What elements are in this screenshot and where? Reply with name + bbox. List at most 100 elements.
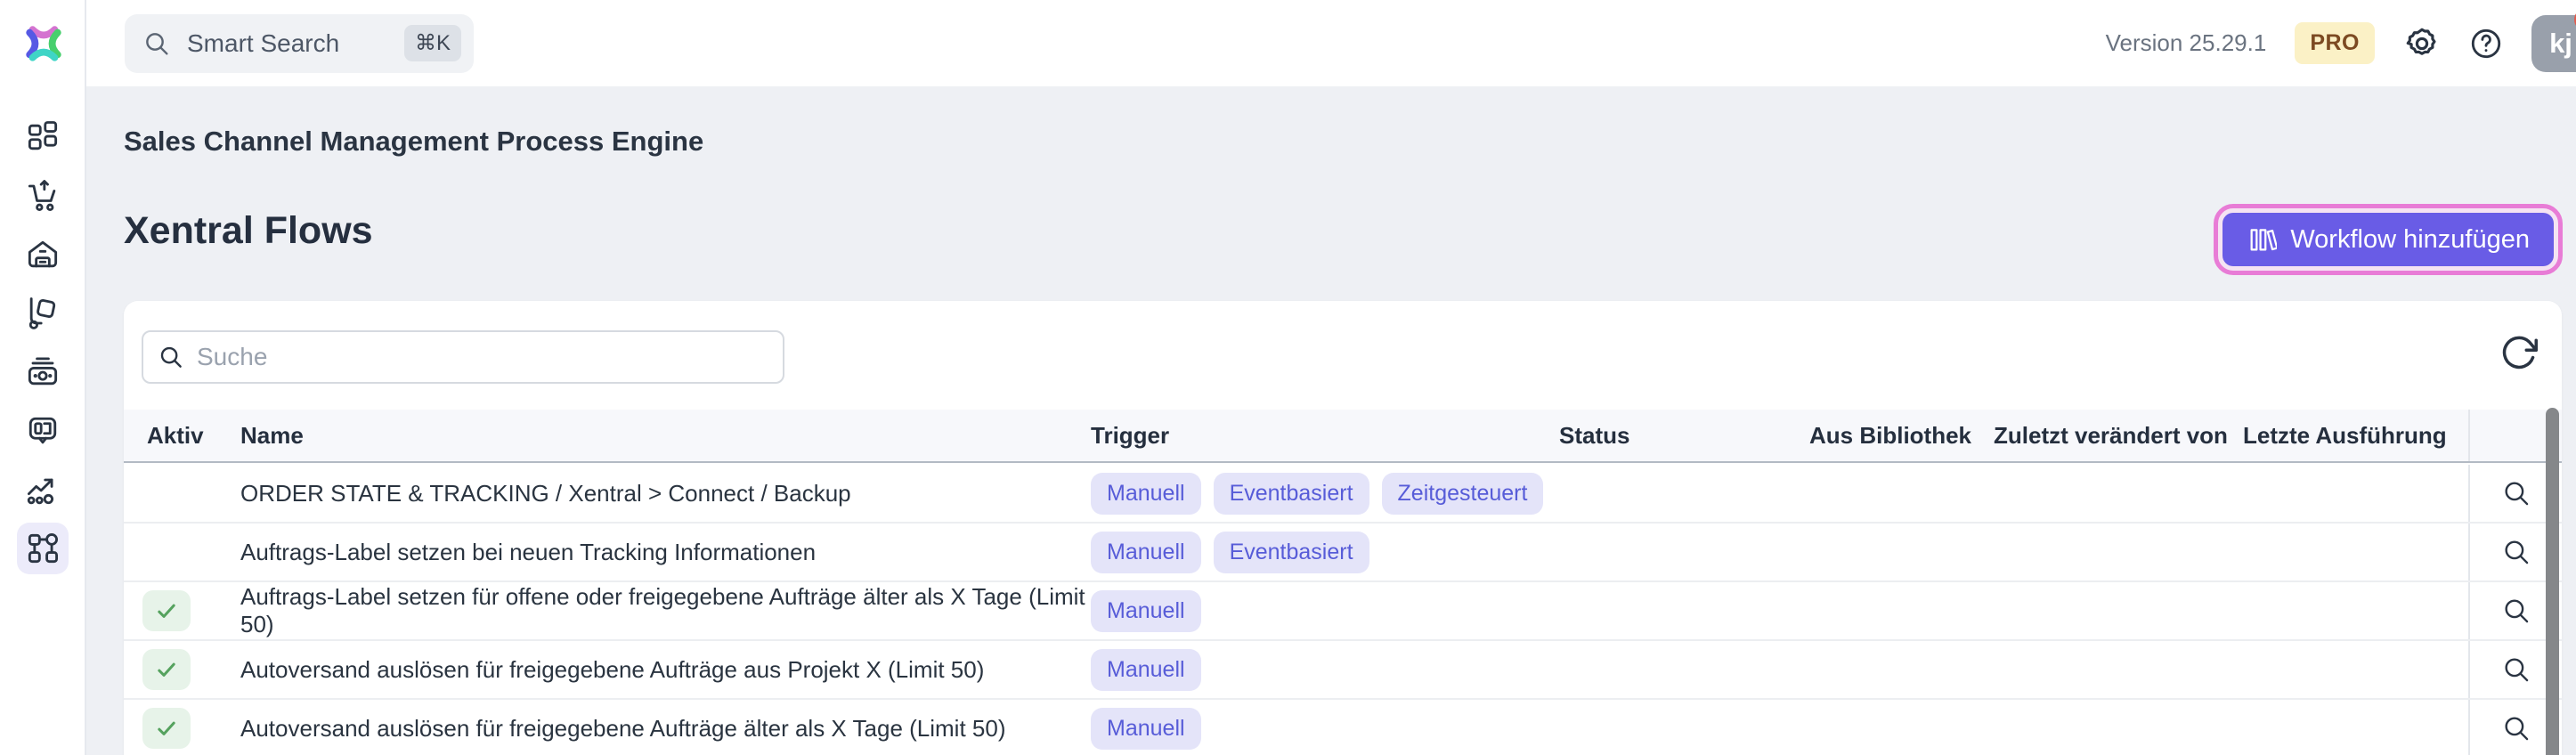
row-view-button[interactable] [2501, 654, 2531, 685]
pos-display-icon [23, 411, 62, 451]
sidebar-item-analytics[interactable] [17, 464, 69, 516]
gear-icon [2403, 25, 2441, 62]
sidebar-item-logistics[interactable] [17, 288, 69, 339]
table-header: Aktiv Name Trigger Status Aus Bibliothek… [124, 410, 2562, 463]
bibliothek-cell [1809, 465, 1994, 522]
page-title: Xentral Flows [124, 209, 373, 253]
sales-cart-icon [23, 176, 62, 215]
veraendert-cell [1994, 524, 2243, 580]
workflow-name: ORDER STATE & TRACKING / Xentral > Conne… [240, 480, 851, 507]
trigger-badge: Eventbasiert [1214, 473, 1369, 515]
table-row[interactable]: Autoversand auslösen für freigegebene Au… [124, 641, 2562, 700]
column-header-bibliothek[interactable]: Aus Bibliothek [1809, 410, 1994, 461]
workflow-name: Auftrags-Label setzen für offene oder fr… [240, 583, 1091, 638]
help-icon [2469, 27, 2503, 61]
active-check-badge [142, 649, 191, 690]
column-header-ausfuehrung[interactable]: Letzte Ausführung [2243, 410, 2468, 461]
help-button[interactable] [2469, 27, 2503, 61]
magnifier-icon [2501, 537, 2531, 567]
table-search-field [142, 330, 784, 384]
bibliothek-cell [1809, 582, 1994, 639]
ausfuehrung-cell [2243, 641, 2468, 698]
table-body: ORDER STATE & TRACKING / Xentral > Conne… [124, 465, 2562, 755]
workflows-panel: Aktiv Name Trigger Status Aus Bibliothek… [124, 301, 2562, 755]
magnifier-icon [2501, 654, 2531, 685]
search-icon [142, 29, 171, 58]
column-header-trigger[interactable]: Trigger [1091, 410, 1559, 461]
trigger-badges: Manuell Eventbasiert [1091, 524, 1559, 580]
sidebar-item-pos[interactable] [17, 405, 69, 457]
row-view-button[interactable] [2501, 478, 2531, 508]
table-row[interactable]: Auftrags-Label setzen für offene oder fr… [124, 582, 2562, 641]
sidebar-item-warehouse[interactable] [17, 229, 69, 280]
column-header-aktiv[interactable]: Aktiv [124, 410, 240, 461]
pro-plan-badge: PRO [2295, 22, 2375, 64]
trigger-badges: Manuell [1091, 582, 1559, 639]
refresh-icon [2499, 333, 2539, 372]
status-cell [1559, 641, 1809, 698]
add-workflow-label: Workflow hinzufügen [2290, 225, 2530, 255]
refresh-button[interactable] [2499, 333, 2539, 372]
veraendert-cell [1994, 641, 2243, 698]
status-cell [1559, 700, 1809, 755]
trigger-badge: Manuell [1091, 590, 1201, 632]
active-check-badge [142, 590, 191, 631]
ausfuehrung-cell [2243, 700, 2468, 755]
scrollbar-thumb[interactable] [2546, 408, 2559, 755]
veraendert-cell [1994, 582, 2243, 639]
workflow-name: Autoversand auslösen für freigegebene Au… [240, 656, 984, 684]
veraendert-cell [1994, 700, 2243, 755]
main-content: Sales Channel Management Process Engine … [86, 86, 2576, 755]
workflow-name: Auftrags-Label setzen bei neuen Tracking… [240, 539, 816, 566]
finance-banknote-icon [23, 353, 62, 392]
sidebar-item-flows[interactable] [17, 523, 69, 574]
sidebar-item-sales[interactable] [17, 170, 69, 222]
table-search-input[interactable] [197, 343, 731, 371]
row-view-button[interactable] [2501, 537, 2531, 567]
check-icon [154, 716, 179, 741]
workflow-name: Autoversand auslösen für freigegebene Au… [240, 715, 1006, 743]
sidebar-item-dashboard[interactable] [17, 111, 69, 163]
library-icon [2247, 224, 2277, 255]
status-cell [1559, 582, 1809, 639]
active-check-badge [142, 708, 191, 749]
ausfuehrung-cell [2243, 582, 2468, 639]
analytics-trend-icon [23, 470, 62, 509]
version-label: Version 25.29.1 [2106, 29, 2267, 57]
status-cell [1559, 524, 1809, 580]
smart-search-button[interactable]: Smart Search ⌘K [125, 14, 474, 73]
column-header-veraendert[interactable]: Zuletzt verändert von [1994, 410, 2243, 461]
sidebar-item-finance[interactable] [17, 346, 69, 398]
xentral-logo-icon [20, 20, 68, 68]
magnifier-icon [2501, 596, 2531, 626]
check-icon [154, 598, 179, 623]
warehouse-icon [23, 235, 62, 274]
trigger-badges: Manuell [1091, 700, 1559, 755]
shortcut-badge: ⌘K [404, 25, 461, 61]
sidebar [0, 0, 86, 755]
table-row[interactable]: ORDER STATE & TRACKING / Xentral > Conne… [124, 465, 2562, 524]
bibliothek-cell [1809, 641, 1994, 698]
column-header-status[interactable]: Status [1559, 410, 1809, 461]
trigger-badges: Manuell [1091, 641, 1559, 698]
add-workflow-button[interactable]: Workflow hinzufügen [2223, 213, 2554, 266]
column-header-name[interactable]: Name [240, 410, 1091, 461]
highlight-annotation: Workflow hinzufügen [2214, 204, 2563, 275]
user-avatar[interactable]: kj [2531, 15, 2576, 72]
topbar: Smart Search ⌘K Version 25.29.1 PRO kj [86, 0, 2576, 86]
settings-button[interactable] [2403, 25, 2441, 62]
logistics-handtruck-icon [23, 294, 62, 333]
trigger-badges: Manuell Eventbasiert Zeitgesteuert [1091, 465, 1559, 522]
trigger-badge: Eventbasiert [1214, 532, 1369, 573]
row-view-button[interactable] [2501, 713, 2531, 743]
dashboard-grid-icon [23, 118, 62, 157]
xentral-logo[interactable] [0, 0, 86, 86]
trigger-badge: Manuell [1091, 532, 1201, 573]
search-icon [158, 344, 184, 370]
table-row[interactable]: Autoversand auslösen für freigegebene Au… [124, 700, 2562, 755]
table-row[interactable]: Auftrags-Label setzen bei neuen Tracking… [124, 524, 2562, 582]
trigger-badge: Manuell [1091, 473, 1201, 515]
ausfuehrung-cell [2243, 524, 2468, 580]
trigger-badge: Zeitgesteuert [1382, 473, 1544, 515]
row-view-button[interactable] [2501, 596, 2531, 626]
